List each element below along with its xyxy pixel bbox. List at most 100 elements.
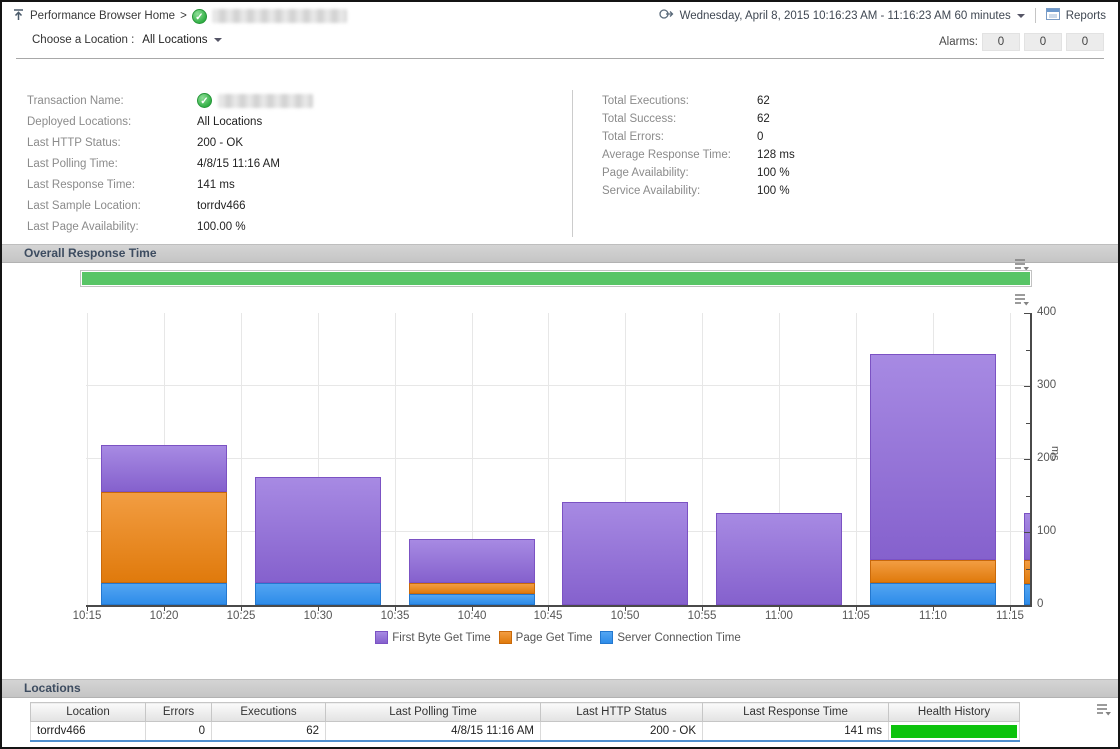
x-tick-label: 10:25	[227, 610, 256, 622]
location-picker-value[interactable]: All Locations	[142, 34, 221, 46]
x-axis-tick	[933, 607, 934, 611]
bar-segment-server-connection-time[interactable]	[1024, 584, 1030, 605]
summary-label: Service Availability:	[602, 185, 757, 197]
x-tick-label: 10:30	[304, 610, 333, 622]
column-header-location[interactable]: Location	[31, 703, 146, 722]
y-tick-label: 200	[1037, 452, 1056, 464]
chart-legend: First Byte Get Time Page Get Time Server C…	[86, 631, 1030, 644]
chart-options-icon[interactable]	[1014, 293, 1030, 311]
health-history-bar[interactable]	[891, 725, 1017, 738]
summary-row: Total Success: 62	[602, 110, 795, 128]
status-ok-icon	[197, 93, 212, 108]
summary-row: Last HTTP Status: 200 - OK	[27, 132, 313, 153]
chevron-down-icon	[1017, 14, 1025, 18]
alarms-bar: Alarms: 0 0 0	[939, 33, 1104, 51]
summary-value: 100 %	[757, 185, 790, 197]
x-tick-label: 11:05	[842, 610, 870, 622]
bar-segment-page-get-time[interactable]	[1024, 560, 1030, 584]
x-tick-label: 11:10	[919, 610, 947, 622]
table-header-row: Location Errors Executions Last Polling …	[31, 703, 1020, 722]
alarm-count-fatal[interactable]: 0	[982, 33, 1020, 51]
x-tick-label: 10:55	[688, 610, 717, 622]
location-picker: Choose a Location : All Locations	[32, 34, 222, 46]
legend-item[interactable]: Page Get Time	[499, 631, 593, 644]
column-header-last-polling-time[interactable]: Last Polling Time	[326, 703, 541, 722]
x-tick-label: 11:00	[765, 610, 793, 622]
bar-segment-page-get-time[interactable]	[101, 492, 227, 583]
bar-segment-page-get-time[interactable]	[409, 583, 535, 594]
legend-item[interactable]: First Byte Get Time	[375, 631, 490, 644]
alarm-count-critical[interactable]: 0	[1024, 33, 1062, 51]
summary-value: All Locations	[197, 116, 262, 128]
gridline	[395, 313, 396, 605]
cell-errors: 0	[146, 722, 212, 742]
x-axis-tick	[1010, 607, 1011, 611]
performance-browser-page: Performance Browser Home > Wednesday, Ap…	[0, 0, 1120, 749]
x-axis-tick	[625, 607, 626, 611]
response-time-chart-plot	[86, 313, 1030, 607]
x-tick-label: 10:50	[611, 610, 640, 622]
legend-swatch	[600, 631, 613, 644]
chevron-down-icon	[214, 38, 222, 42]
x-axis-tick	[318, 607, 319, 611]
summary-value: 0	[757, 131, 763, 143]
x-tick-label: 10:40	[458, 610, 487, 622]
table-row[interactable]: torrdv466 0 62 4/8/15 11:16 AM 200 - OK …	[31, 722, 1020, 742]
timerange-control[interactable]: Wednesday, April 8, 2015 10:16:23 AM - 1…	[659, 8, 1106, 23]
bar-segment-page-get-time[interactable]	[870, 560, 996, 583]
x-axis-tick	[472, 607, 473, 611]
legend-swatch	[499, 631, 512, 644]
summary-label: Last HTTP Status:	[27, 137, 197, 149]
x-tick-label: 10:45	[534, 610, 563, 622]
timerange-label: Wednesday, April 8, 2015 10:16:23 AM - 1…	[680, 10, 1011, 22]
column-header-last-response-time[interactable]: Last Response Time	[703, 703, 889, 722]
x-axis-tick	[241, 607, 242, 611]
gridline	[1010, 313, 1011, 605]
column-header-health-history[interactable]: Health History	[889, 703, 1020, 722]
alarm-count-warning[interactable]: 0	[1066, 33, 1104, 51]
summary-value: 100 %	[757, 167, 790, 179]
summary-row: Last Polling Time: 4/8/15 11:16 AM	[27, 153, 313, 174]
reports-button[interactable]: Reports	[1066, 10, 1106, 22]
status-ok-icon	[192, 9, 207, 24]
bar-segment-server-connection-time[interactable]	[409, 594, 535, 605]
breadcrumb-home-link[interactable]: Performance Browser Home	[30, 10, 175, 22]
availability-timeline-bar[interactable]	[82, 272, 1030, 285]
summary-value: 62	[757, 113, 770, 125]
bar-segment-first-byte-get-time[interactable]	[1024, 513, 1030, 560]
transaction-name-redacted	[218, 94, 313, 108]
summary-row: Last Sample Location: torrdv466	[27, 195, 313, 216]
summary-row: Page Availability: 100 %	[602, 164, 795, 182]
x-axis-tick	[87, 607, 88, 611]
bar-segment-server-connection-time[interactable]	[101, 583, 227, 605]
summary-label: Last Polling Time:	[27, 158, 197, 170]
gridline	[87, 313, 88, 605]
bar-segment-first-byte-get-time[interactable]	[255, 477, 381, 583]
bar-segment-first-byte-get-time[interactable]	[101, 445, 227, 492]
y-axis-line	[1030, 313, 1032, 607]
bar-segment-first-byte-get-time[interactable]	[409, 539, 535, 583]
column-header-errors[interactable]: Errors	[146, 703, 212, 722]
up-level-icon[interactable]	[12, 8, 25, 24]
section-header-locations: Locations	[2, 679, 1118, 698]
gridline	[856, 313, 857, 605]
bar-segment-first-byte-get-time[interactable]	[562, 502, 688, 605]
legend-item[interactable]: Server Connection Time	[600, 631, 740, 644]
cell-last-polling-time: 4/8/15 11:16 AM	[326, 722, 541, 742]
legend-label: First Byte Get Time	[392, 632, 490, 644]
summary-label: Total Executions:	[602, 95, 757, 107]
breadcrumb: Performance Browser Home >	[12, 8, 347, 24]
column-header-last-http-status[interactable]: Last HTTP Status	[541, 703, 703, 722]
gridline	[241, 313, 242, 605]
section-header-overall-response-time: Overall Response Time	[2, 244, 1118, 263]
alarms-label: Alarms:	[939, 36, 978, 48]
bar-segment-first-byte-get-time[interactable]	[716, 513, 842, 605]
summary-row: Total Executions: 62	[602, 92, 795, 110]
column-header-executions[interactable]: Executions	[212, 703, 326, 722]
summary-label: Average Response Time:	[602, 149, 757, 161]
bar-segment-server-connection-time[interactable]	[255, 583, 381, 605]
table-options-icon[interactable]	[1096, 703, 1112, 721]
bar-segment-server-connection-time[interactable]	[870, 583, 996, 605]
bar-segment-first-byte-get-time[interactable]	[870, 354, 996, 560]
location-picker-selected: All Locations	[142, 34, 207, 46]
